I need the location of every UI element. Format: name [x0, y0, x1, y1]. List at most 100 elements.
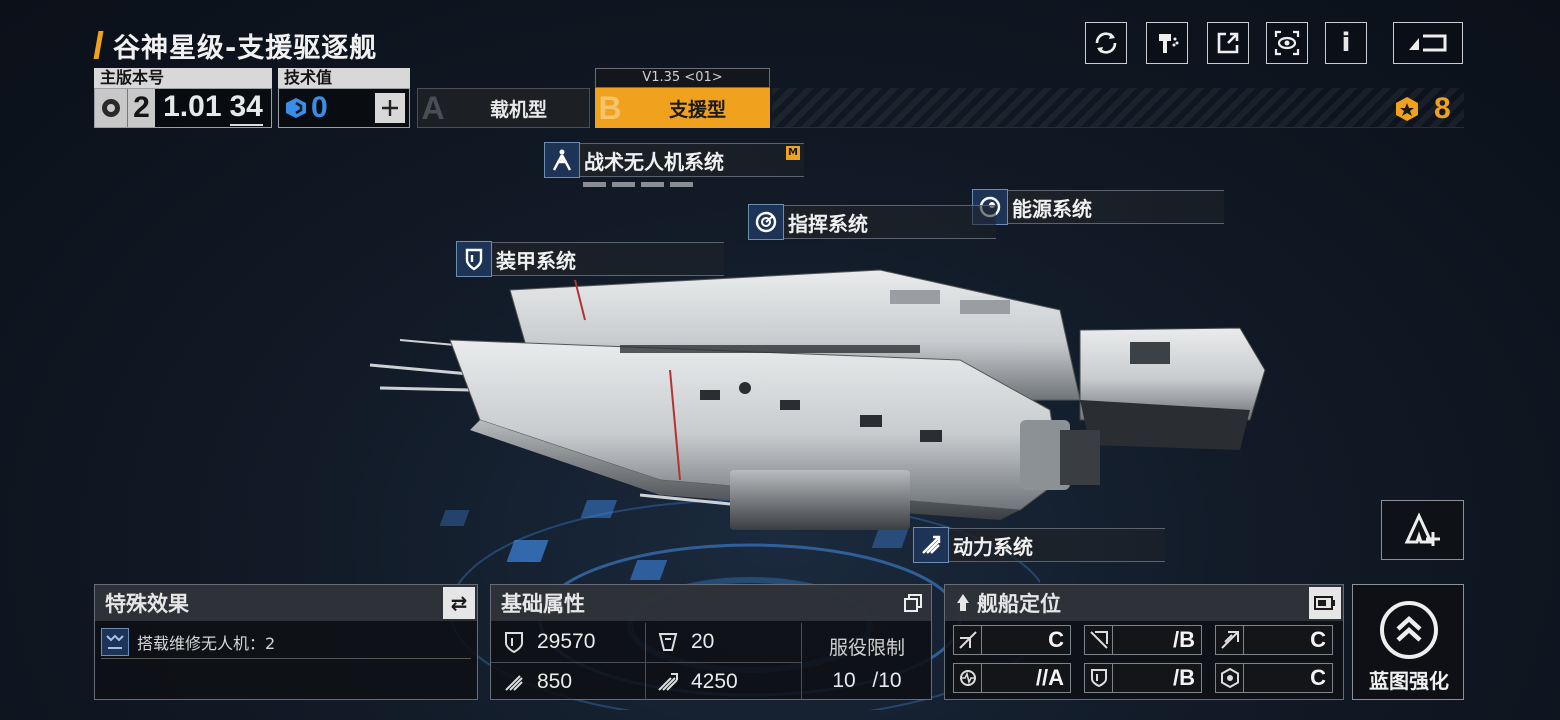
- stat-hp-value: 29570: [537, 630, 596, 653]
- service-limit: 服役限制 10 /10: [803, 625, 931, 699]
- stat-speed-value: 850: [537, 670, 573, 693]
- position-grade-utility[interactable]: C: [1215, 663, 1333, 693]
- fleet-grade-button[interactable]: [1381, 500, 1464, 560]
- system-armor-label: 装甲系统: [496, 248, 576, 273]
- stat-armor-value: 20: [691, 630, 715, 653]
- system-energy[interactable]: 能源系统: [972, 189, 1224, 225]
- back-icon[interactable]: [1393, 22, 1463, 64]
- version-minor: 1.01: [163, 90, 222, 123]
- hp-icon: [505, 632, 523, 653]
- page-title: 谷神星级-支援驱逐舰: [113, 32, 378, 64]
- basic-attributes-title: 基础属性: [501, 592, 585, 616]
- paint-icon[interactable]: [1146, 22, 1188, 64]
- upgrade-icon: [1380, 601, 1438, 659]
- version-sub: 34: [229, 90, 263, 126]
- version-label: 主版本号: [94, 68, 272, 88]
- special-effects-title: 特殊效果: [105, 592, 189, 616]
- system-tactical-badge: M: [786, 146, 800, 160]
- stat-speed: 850: [503, 663, 643, 701]
- gear-icon: [1216, 664, 1244, 692]
- grade-5: C: [1310, 665, 1326, 690]
- position-grade-defense[interactable]: /B: [1084, 625, 1202, 655]
- tab-support-version-text: V1.35 <01>: [642, 70, 723, 85]
- special-effects-header: 特殊效果 ⇄: [95, 585, 477, 621]
- system-command[interactable]: 指挥系统: [748, 204, 996, 240]
- ship-positioning-panel: 舰船定位 C /B C //A /B C: [944, 584, 1344, 700]
- stat-warp-value: 4250: [691, 670, 738, 693]
- share-icon[interactable]: [1207, 22, 1249, 64]
- title-accent: [93, 31, 104, 59]
- ship-icon: [957, 594, 969, 611]
- blueprint-upgrade-button[interactable]: 蓝图强化: [1352, 584, 1464, 700]
- tab-support-label: 支援型: [668, 98, 726, 121]
- refresh-icon[interactable]: [1085, 22, 1127, 64]
- stat-hp: 29570: [503, 623, 643, 661]
- version-panel: 主版本号 2 1.01 34: [94, 68, 272, 128]
- tactical-slots: [583, 182, 693, 187]
- tab-bar-hatch: [772, 88, 1464, 128]
- gear-icon: [95, 89, 127, 127]
- special-effect-row: 搭载维修无人机：2: [101, 625, 471, 659]
- position-grade-support[interactable]: C: [1215, 625, 1333, 655]
- special-effects-panel: 特殊效果 ⇄ 搭载维修无人机：2: [94, 584, 478, 700]
- stat-divider-h: [491, 662, 801, 663]
- defense-icon: [1085, 626, 1113, 654]
- service-current: 10: [832, 669, 856, 692]
- tab-carrier-label: 载机型: [489, 98, 547, 121]
- target-icon: [954, 664, 982, 692]
- system-armor[interactable]: 装甲系统: [456, 241, 724, 277]
- position-grade-target[interactable]: //A: [953, 663, 1071, 693]
- ship-positioning-title: 舰船定位: [977, 592, 1061, 616]
- system-tactical-drone-label: 战术无人机系统: [584, 149, 724, 174]
- tab-support-version: V1.35 <01>: [595, 68, 770, 88]
- view-icon[interactable]: [1266, 22, 1308, 64]
- ship-positioning-header: 舰船定位: [945, 585, 1343, 621]
- service-limit-label: 服役限制: [828, 637, 905, 659]
- drone-icon: [544, 142, 580, 178]
- grade-3: //A: [1035, 665, 1064, 690]
- grade-0: C: [1048, 627, 1064, 652]
- tech-icon: [286, 98, 306, 118]
- tab-carrier-letter: A: [421, 89, 445, 126]
- battery-icon[interactable]: [1309, 587, 1341, 619]
- stat-divider-v2: [801, 623, 802, 699]
- grade-4: /B: [1173, 665, 1195, 690]
- upgrade-label: 蓝图强化: [1369, 669, 1449, 693]
- special-effect-text: 搭载维修无人机：2: [137, 633, 276, 653]
- armor-icon: [658, 633, 678, 651]
- stat-divider-v1: [645, 623, 646, 699]
- warp-icon: [658, 673, 678, 691]
- fleet-grade-icon: [1404, 512, 1440, 546]
- tech-panel: 技术值 0: [278, 68, 410, 128]
- stat-warp: 4250: [657, 663, 797, 701]
- shield-icon: [1085, 664, 1113, 692]
- swap-button[interactable]: ⇄: [443, 587, 475, 619]
- shield-icon: [456, 241, 492, 277]
- system-power-label: 动力系统: [953, 534, 1033, 559]
- tech-add-button[interactable]: [375, 93, 405, 123]
- grade-2: C: [1310, 627, 1326, 652]
- speed-icon: [505, 675, 523, 691]
- info-icon[interactable]: i: [1325, 22, 1367, 64]
- copy-icon[interactable]: [897, 587, 929, 619]
- position-grade-assault[interactable]: C: [953, 625, 1071, 655]
- tab-support[interactable]: B 支援型: [595, 88, 770, 128]
- tab-carrier[interactable]: A 载机型: [417, 88, 590, 128]
- tech-value: 0: [311, 91, 328, 124]
- engine-icon: [913, 527, 949, 563]
- system-tactical-drone[interactable]: 战术无人机系统 M: [544, 142, 804, 178]
- repair-drone-icon: [101, 627, 129, 656]
- tech-label: 技术值: [278, 68, 410, 88]
- command-icon: [748, 204, 784, 240]
- system-energy-label: 能源系统: [1012, 196, 1092, 221]
- position-grade-shield[interactable]: /B: [1084, 663, 1202, 693]
- title-bar: 谷神星级-支援驱逐舰: [93, 26, 378, 64]
- system-power[interactable]: 动力系统: [913, 527, 1165, 563]
- stat-armor: 20: [657, 623, 797, 661]
- system-command-label: 指挥系统: [788, 211, 868, 236]
- star-badge-icon: [1396, 97, 1418, 121]
- basic-attributes-panel: 基础属性 29570 20 850 4250 服役限制 10 /10: [490, 584, 932, 700]
- ship-model[interactable]: [360, 250, 1280, 540]
- count-value: 8: [1434, 92, 1451, 125]
- grade-1: /B: [1173, 627, 1195, 652]
